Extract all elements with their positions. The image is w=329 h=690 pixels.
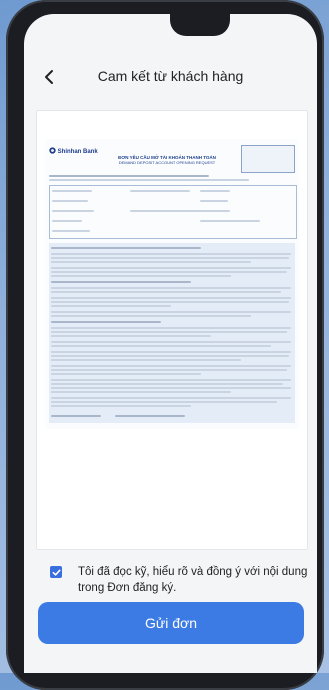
document-text-line: [52, 220, 82, 222]
document-text-line: [51, 355, 289, 357]
document-text-line: [51, 365, 291, 367]
document-text-line: [200, 200, 228, 202]
document-text-line: [51, 275, 231, 277]
phone-frame: Cam kết từ khách hàng Shinhan Bank ĐƠN Y…: [6, 0, 324, 690]
document-text-line: [130, 210, 230, 212]
document-text-line: [52, 190, 92, 192]
bank-logo: Shinhan Bank: [49, 147, 98, 155]
document-text-line: [51, 387, 291, 389]
agree-checkbox[interactable]: [50, 566, 62, 578]
document-text-line: [51, 291, 281, 293]
document-text-line: [52, 230, 90, 232]
document-text-line: [51, 401, 277, 403]
document-preview: Shinhan Bank ĐƠN YÊU CẦU MỞ TÀI KHOẢN TH…: [45, 139, 299, 429]
submit-button[interactable]: Gửi đơn: [38, 602, 304, 644]
document-text-line: [51, 261, 251, 263]
document-text-line: [51, 327, 291, 329]
camera-notch: [170, 14, 230, 36]
terms-section: [49, 243, 295, 423]
document-text-line: [51, 331, 287, 333]
document-text-line: [51, 281, 191, 283]
document-text-line: [52, 210, 94, 212]
document-text-line: [51, 321, 161, 323]
document-text-line: [51, 379, 291, 381]
document-text-line: [51, 335, 211, 337]
document-text-line: [51, 359, 241, 361]
document-text-line: [51, 271, 287, 273]
customer-info-table: [49, 185, 297, 239]
document-text-line: [51, 383, 283, 385]
bank-name: Shinhan Bank: [57, 149, 98, 155]
document-viewer[interactable]: Shinhan Bank ĐƠN YÊU CẦU MỞ TÀI KHOẢN TH…: [36, 110, 308, 550]
document-text-line: [51, 369, 287, 371]
agreement-text: Tôi đã đọc kỹ, hiểu rõ và đồng ý với nội…: [78, 566, 308, 594]
checkmark-icon: [52, 569, 61, 576]
document-text-line: [51, 405, 191, 407]
top-bar: Cam kết từ khách hàng: [24, 62, 317, 92]
document-text-line: [49, 179, 249, 181]
document-text-line: [51, 253, 291, 255]
document-text-line: [51, 345, 271, 347]
document-text-line: [51, 301, 289, 303]
app-screen: Cam kết từ khách hàng Shinhan Bank ĐƠN Y…: [24, 14, 317, 673]
document-text-line: [51, 305, 171, 307]
document-text-line: [51, 397, 291, 399]
document-text-line: [200, 190, 230, 192]
document-text-line: [49, 175, 209, 177]
document-text-line: [51, 315, 251, 317]
document-text-line: [51, 351, 291, 353]
document-text-line: [51, 287, 291, 289]
page-title: Cam kết từ khách hàng: [97, 68, 244, 84]
document-text-line: [51, 415, 101, 417]
document-text-line: [51, 247, 201, 249]
document-text-line: [51, 391, 231, 393]
form-title-en: DEMAND DEPOSIT ACCOUNT OPENING REQUEST: [118, 160, 216, 165]
document-text-line: [51, 267, 291, 269]
document-text-line: [130, 190, 190, 192]
document-text-line: [51, 311, 291, 313]
document-text-line: [51, 341, 291, 343]
shinhan-logo-icon: [49, 147, 56, 154]
form-title: ĐƠN YÊU CẦU MỞ TÀI KHOẢN THANH TOÁN DEMA…: [99, 155, 235, 165]
document-text-line: [52, 200, 88, 202]
document-text-line: [51, 257, 289, 259]
document-text-line: [51, 373, 201, 375]
document-header: Shinhan Bank ĐƠN YÊU CẦU MỞ TÀI KHOẢN TH…: [49, 143, 295, 173]
document-text-line: [51, 297, 291, 299]
document-text-line: [200, 220, 260, 222]
document-text-line: [115, 415, 185, 417]
form-reference-box: [241, 145, 295, 173]
